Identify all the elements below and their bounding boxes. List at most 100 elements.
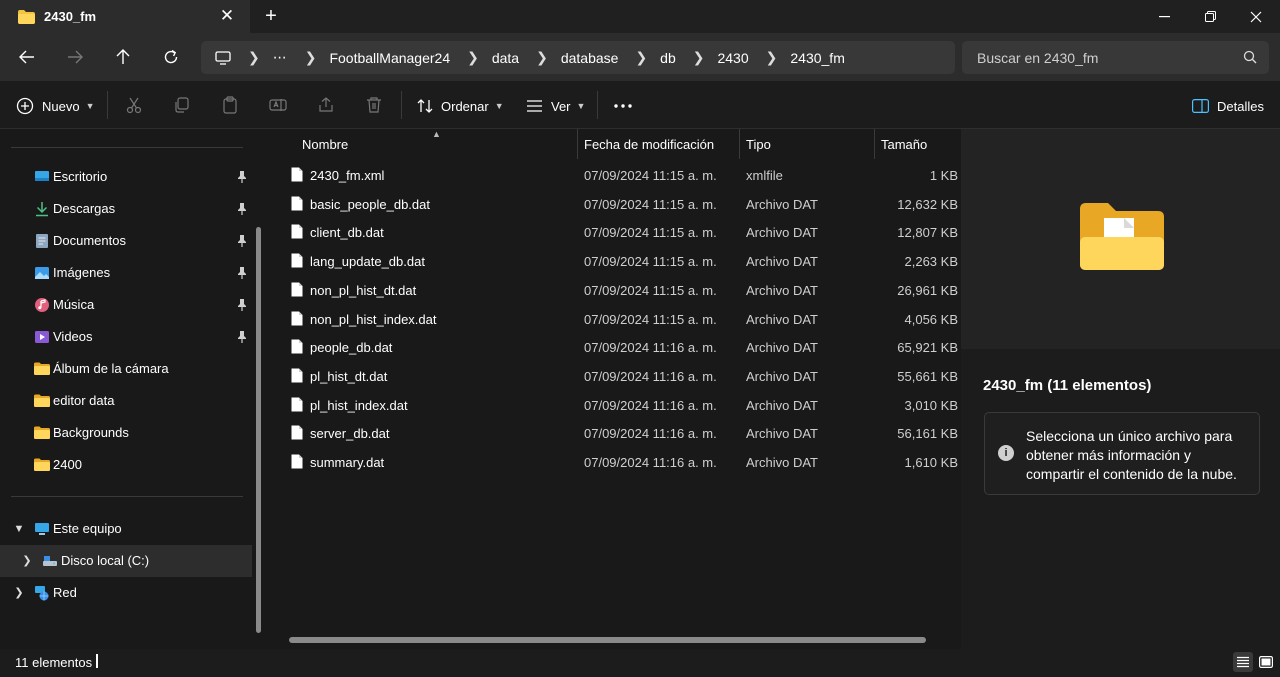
sidebar-item-local-disk[interactable]: ❯ Disco local (C:) <box>0 545 252 577</box>
network-icon <box>35 586 49 601</box>
file-row[interactable]: lang_update_db.dat 07/09/2024 11:15 a. m.… <box>282 247 960 275</box>
breadcrumb-separator[interactable]: ❯ <box>536 49 548 66</box>
horizontal-scrollbar[interactable] <box>289 637 926 643</box>
breadcrumb-item[interactable]: FootballManager24 <box>329 50 450 66</box>
chevron-right-icon[interactable]: ❯ <box>20 553 34 569</box>
share-icon[interactable] <box>317 96 335 114</box>
chevron-down-icon: ▼ <box>494 101 504 111</box>
close-tab-icon[interactable]: ✕ <box>218 7 236 25</box>
column-divider[interactable] <box>577 129 578 159</box>
view-button[interactable]: Ver ▼ <box>526 95 585 117</box>
forward-button[interactable] <box>61 44 89 70</box>
refresh-icon <box>164 49 178 64</box>
breadcrumb-separator[interactable]: ❯ <box>766 49 778 66</box>
file-row[interactable]: 2430_fm.xml 07/09/2024 11:15 a. m. xmlfile… <box>282 161 960 189</box>
sidebar-item-this-pc[interactable]: ▼ Este equipo <box>0 513 252 545</box>
file-size: 3,010 KB <box>904 397 959 413</box>
breadcrumb-item[interactable]: db <box>660 50 676 66</box>
file-type: Archivo DAT <box>746 225 818 241</box>
pin-icon[interactable] <box>236 266 248 280</box>
sidebar-item-label: 2400 <box>53 457 82 472</box>
sidebar-item-network[interactable]: ❯ Red <box>0 577 252 609</box>
pin-icon[interactable] <box>236 330 248 344</box>
cut-icon[interactable] <box>125 96 143 114</box>
file-row[interactable]: non_pl_hist_dt.dat 07/09/2024 11:15 a. m.… <box>282 276 960 304</box>
sidebar-item-label: Backgrounds <box>53 425 129 440</box>
sidebar-item[interactable]: Álbum de la cámara <box>0 353 252 385</box>
more-breadcrumbs-icon[interactable]: ⋯ <box>273 49 288 66</box>
pin-icon[interactable] <box>236 298 248 312</box>
column-divider[interactable] <box>874 129 875 159</box>
restore-icon <box>1204 11 1216 22</box>
sidebar-item[interactable]: 2400 <box>0 449 252 481</box>
file-row[interactable]: basic_people_db.dat 07/09/2024 11:15 a. m… <box>282 190 960 218</box>
up-button[interactable] <box>109 44 137 70</box>
column-header-size[interactable]: Tamaño <box>881 129 927 159</box>
file-list: Nombre ▲ Fecha de modificación Tipo Tama… <box>270 129 960 649</box>
pin-icon[interactable] <box>236 202 248 216</box>
close-window-button[interactable] <box>1233 0 1279 33</box>
folder-icon <box>34 458 50 471</box>
sidebar-item[interactable]: Escritorio <box>0 161 252 193</box>
search-input[interactable]: Buscar en 2430_fm <box>962 41 1269 74</box>
sidebar-item[interactable]: Documentos <box>0 225 252 257</box>
more-options-button[interactable] <box>614 95 632 117</box>
chevron-down-icon[interactable]: ▼ <box>12 521 26 537</box>
breadcrumb-item[interactable]: database <box>561 50 619 66</box>
pin-icon[interactable] <box>236 170 248 184</box>
column-divider[interactable] <box>739 129 740 159</box>
file-row[interactable]: people_db.dat 07/09/2024 11:16 a. m. Archi… <box>282 333 960 361</box>
restore-button[interactable] <box>1187 0 1233 33</box>
paste-icon[interactable] <box>221 96 239 114</box>
sidebar-scrollbar[interactable] <box>256 227 261 633</box>
sidebar-item[interactable]: editor data <box>0 385 252 417</box>
pin-icon[interactable] <box>236 234 248 248</box>
sidebar-item[interactable]: Imágenes <box>0 257 252 289</box>
sidebar-item[interactable]: Videos <box>0 321 252 353</box>
breadcrumb-item-current[interactable]: 2430_fm <box>790 50 844 66</box>
file-size: 56,161 KB <box>897 426 958 442</box>
back-button[interactable] <box>13 44 41 70</box>
sidebar-item[interactable]: Backgrounds <box>0 417 252 449</box>
column-header-modified[interactable]: Fecha de modificación <box>584 129 714 159</box>
large-icons-view-button[interactable] <box>1256 652 1276 672</box>
minimize-button[interactable] <box>1141 0 1187 33</box>
breadcrumb-item[interactable]: data <box>492 50 519 66</box>
file-size: 1 KB <box>929 168 958 183</box>
sort-button[interactable]: Ordenar ▼ <box>417 95 504 117</box>
document-icon <box>36 234 48 248</box>
breadcrumb-item[interactable]: 2430 <box>717 50 748 66</box>
details-view-button[interactable] <box>1233 652 1253 672</box>
rename-icon[interactable] <box>269 96 287 114</box>
file-modified: 07/09/2024 11:16 a. m. <box>584 340 717 356</box>
file-icon <box>291 196 303 211</box>
search-placeholder: Buscar en 2430_fm <box>977 49 1099 66</box>
delete-icon[interactable] <box>365 96 383 114</box>
new-button[interactable]: Nuevo ▼ <box>16 95 95 117</box>
file-row[interactable]: client_db.dat 07/09/2024 11:15 a. m. Archi… <box>282 218 960 246</box>
copy-icon[interactable] <box>173 96 191 114</box>
file-row[interactable]: pl_hist_dt.dat 07/09/2024 11:16 a. m. Arch… <box>282 362 960 390</box>
file-type: Archivo DAT <box>746 282 818 298</box>
file-row[interactable]: non_pl_hist_index.dat 07/09/2024 11:15 a.… <box>282 305 960 333</box>
breadcrumb-separator[interactable]: ❯ <box>467 49 479 66</box>
sidebar-item-label: Este equipo <box>53 521 122 536</box>
file-modified: 07/09/2024 11:15 a. m. <box>584 282 717 298</box>
new-tab-button[interactable]: + <box>262 6 280 26</box>
breadcrumb-separator[interactable]: ❯ <box>635 49 647 66</box>
details-info-text: Selecciona un único archivo para obtener… <box>1026 428 1237 482</box>
file-row[interactable]: summary.dat 07/09/2024 11:16 a. m. Archivo… <box>282 448 960 476</box>
column-header-name[interactable]: Nombre <box>302 129 348 159</box>
sidebar-item[interactable]: Descargas <box>0 193 252 225</box>
column-header-type[interactable]: Tipo <box>746 129 771 159</box>
sidebar-item[interactable]: Música <box>0 289 252 321</box>
address-bar[interactable]: ❯ ⋯ ❯ FootballManager24 ❯ data ❯ databas… <box>201 41 955 74</box>
details-pane-button[interactable]: Detalles <box>1192 95 1264 117</box>
file-row[interactable]: pl_hist_index.dat 07/09/2024 11:16 a. m. A… <box>282 391 960 419</box>
refresh-button[interactable] <box>157 44 185 70</box>
file-size: 26,961 KB <box>897 282 958 298</box>
file-row[interactable]: server_db.dat 07/09/2024 11:16 a. m. Archi… <box>282 419 960 447</box>
breadcrumb-separator[interactable]: ❯ <box>693 49 705 66</box>
chevron-right-icon[interactable]: ❯ <box>12 585 26 601</box>
tab-current-folder[interactable]: 2430_fm ✕ <box>0 0 250 33</box>
